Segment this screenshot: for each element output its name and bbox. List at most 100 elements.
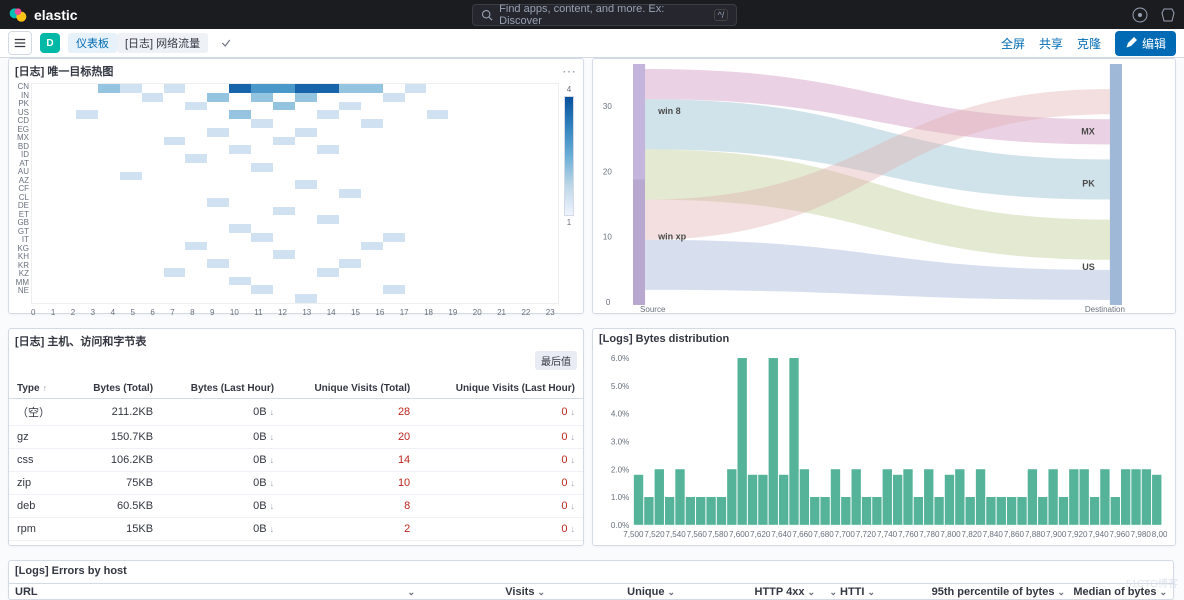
- share-link[interactable]: 共享: [1039, 35, 1063, 52]
- svg-text:7,720: 7,720: [856, 530, 877, 539]
- svg-text:7,760: 7,760: [898, 530, 919, 539]
- svg-text:7,820: 7,820: [962, 530, 983, 539]
- svg-text:3.0%: 3.0%: [611, 437, 629, 446]
- heatmap-x-labels: 01234567891011121314151617181920212223: [9, 308, 583, 317]
- sub-nav: D 仪表板 [日志] 网络流量 全屏 共享 克隆 编辑: [0, 29, 1184, 58]
- col-bytes-total[interactable]: Bytes (Total): [69, 379, 161, 399]
- clone-link[interactable]: 克隆: [1077, 35, 1101, 52]
- table-row[interactable]: （空）211.2KB0B↓280↓: [9, 399, 583, 426]
- heatmap-title: [日志] 唯一目标热图: [9, 59, 583, 83]
- breadcrumb: 仪表板 [日志] 网络流量: [68, 33, 208, 53]
- svg-text:4.0%: 4.0%: [611, 410, 629, 419]
- svg-text:7,600: 7,600: [729, 530, 750, 539]
- svg-text:7,920: 7,920: [1067, 530, 1088, 539]
- hamburger-icon: [13, 36, 27, 50]
- svg-text:7,620: 7,620: [750, 530, 771, 539]
- svg-text:30: 30: [603, 102, 612, 111]
- col-95th[interactable]: 95th percentile of bytes⌄: [875, 586, 1065, 598]
- svg-text:7,960: 7,960: [1110, 530, 1131, 539]
- svg-text:7,700: 7,700: [835, 530, 856, 539]
- col-http4xx[interactable]: HTTP 4xx⌄: [675, 586, 815, 598]
- svg-text:7,640: 7,640: [771, 530, 792, 539]
- svg-text:7,800: 7,800: [940, 530, 961, 539]
- last-value-badge[interactable]: 最后值: [535, 351, 577, 370]
- elastic-logo-icon: [8, 5, 28, 25]
- table-row[interactable]: deb60.5KB0B↓80↓: [9, 495, 583, 518]
- pencil-icon: [1125, 37, 1137, 49]
- bytes-dist-chart[interactable]: 0.0%1.0%2.0%3.0%4.0%5.0%6.0%7,5007,5207,…: [601, 353, 1167, 543]
- errors-title: [Logs] Errors by host: [9, 561, 1173, 581]
- bytes-dist-title: [Logs] Bytes distribution: [593, 329, 1175, 349]
- svg-text:20: 20: [603, 167, 612, 176]
- col-bytes-hour[interactable]: Bytes (Last Hour): [161, 379, 282, 399]
- svg-text:7,780: 7,780: [919, 530, 940, 539]
- svg-text:7,500: 7,500: [623, 530, 644, 539]
- svg-text:7,680: 7,680: [814, 530, 835, 539]
- col-visits[interactable]: Visits⌄: [415, 586, 545, 598]
- svg-text:7,840: 7,840: [983, 530, 1004, 539]
- help-icon[interactable]: [1132, 7, 1148, 23]
- hosts-table-panel: [日志] 主机、访问和字节表 最后值 Type↑ Bytes (Total) B…: [8, 328, 584, 546]
- svg-text:7,540: 7,540: [666, 530, 687, 539]
- svg-text:7,860: 7,860: [1004, 530, 1025, 539]
- table-row[interactable]: css106.2KB0B↓140↓: [9, 449, 583, 472]
- svg-text:2.0%: 2.0%: [611, 465, 629, 474]
- heatmap-y-labels: CNINPKUSCDEGMXBDIDATAUAZCFCLDEETGBGTITKG…: [13, 83, 31, 304]
- breadcrumb-dashboards[interactable]: 仪表板: [68, 33, 117, 53]
- svg-text:1.0%: 1.0%: [611, 493, 629, 502]
- table-row[interactable]: gz150.7KB0B↓200↓: [9, 426, 583, 449]
- elastic-logo[interactable]: elastic: [8, 5, 78, 25]
- sankey-panel: 0 10 20 30 win 8 win xp MX PK: [592, 58, 1176, 314]
- svg-text:US: US: [1082, 262, 1095, 272]
- col-type[interactable]: Type↑: [9, 379, 69, 399]
- svg-text:5.0%: 5.0%: [611, 382, 629, 391]
- svg-text:7,520: 7,520: [644, 530, 665, 539]
- svg-text:win xp: win xp: [657, 232, 687, 242]
- breadcrumb-current: [日志] 网络流量: [117, 33, 208, 53]
- svg-text:10: 10: [603, 233, 612, 242]
- newsfeed-icon[interactable]: [1160, 7, 1176, 23]
- heatmap-panel: [日志] 唯一目标热图 ⋯ CNINPKUSCDEGMXBDIDATAUAZCF…: [8, 58, 584, 314]
- errors-panel: [Logs] Errors by host URL⌄ Visits⌄ Uniqu…: [8, 560, 1174, 600]
- svg-text:win 8: win 8: [657, 106, 681, 116]
- edit-button[interactable]: 编辑: [1115, 31, 1176, 56]
- sankey-chart[interactable]: 0 10 20 30 win 8 win xp MX PK: [593, 59, 1175, 313]
- svg-text:7,940: 7,940: [1088, 530, 1109, 539]
- svg-text:7,560: 7,560: [687, 530, 708, 539]
- nav-menu-button[interactable]: [8, 31, 32, 55]
- svg-text:Source: Source: [640, 305, 666, 313]
- hosts-table: Type↑ Bytes (Total) Bytes (Last Hour) Un…: [9, 379, 583, 541]
- table-row[interactable]: zip75KB0B↓100↓: [9, 472, 583, 495]
- svg-text:6.0%: 6.0%: [611, 354, 629, 363]
- svg-text:7,980: 7,980: [1131, 530, 1152, 539]
- search-placeholder: Find apps, content, and more. Ex: Discov…: [499, 3, 707, 27]
- col-visits-total[interactable]: Unique Visits (Total): [282, 379, 418, 399]
- svg-text:7,660: 7,660: [792, 530, 813, 539]
- svg-text:8,000: 8,000: [1152, 530, 1167, 539]
- search-shortcut: ^/: [714, 9, 729, 21]
- svg-text:MX: MX: [1081, 126, 1095, 136]
- top-nav: elastic Find apps, content, and more. Ex…: [0, 0, 1184, 29]
- svg-text:0: 0: [606, 298, 611, 307]
- col-visits-hour[interactable]: Unique Visits (Last Hour): [418, 379, 583, 399]
- heatmap-legend: 4 1: [559, 83, 579, 304]
- svg-text:7,880: 7,880: [1025, 530, 1046, 539]
- svg-text:7,740: 7,740: [877, 530, 898, 539]
- svg-text:7,900: 7,900: [1046, 530, 1067, 539]
- global-search[interactable]: Find apps, content, and more. Ex: Discov…: [472, 4, 737, 26]
- svg-text:Destination: Destination: [1085, 305, 1125, 313]
- search-icon: [481, 9, 493, 21]
- heatmap-grid[interactable]: [31, 83, 559, 304]
- watermark: 51CTO博客: [1126, 575, 1178, 590]
- space-avatar[interactable]: D: [40, 33, 60, 53]
- table-row[interactable]: rpm15KB0B↓20↓: [9, 518, 583, 541]
- col-htti[interactable]: ⌄HTTI⌄: [815, 586, 875, 598]
- panel-menu-icon[interactable]: ⋯: [562, 63, 577, 80]
- bytes-dist-panel: [Logs] Bytes distribution 0.0%1.0%2.0%3.…: [592, 328, 1176, 546]
- fullscreen-link[interactable]: 全屏: [1001, 35, 1025, 52]
- col-unique[interactable]: Unique⌄: [545, 586, 675, 598]
- col-url[interactable]: URL⌄: [15, 586, 415, 598]
- brand-text: elastic: [34, 7, 78, 23]
- svg-text:7,580: 7,580: [708, 530, 729, 539]
- check-icon: [220, 37, 232, 49]
